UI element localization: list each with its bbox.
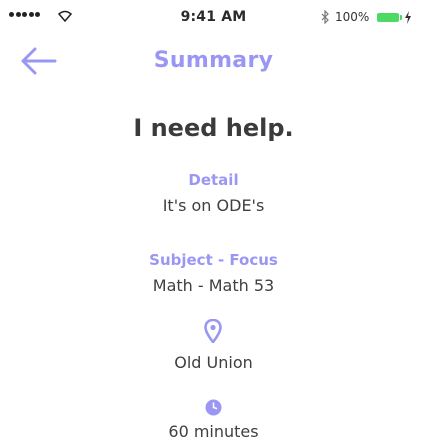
status-bar: 9:41 AM 100% [0, 0, 427, 36]
subject-value: Math - Math 53 [152, 276, 275, 295]
map-pin-icon [204, 319, 222, 343]
duration-value: 60 minutes [168, 422, 259, 441]
battery-tip [400, 15, 402, 20]
page-title: Summary [153, 48, 274, 73]
subject-label: Subject - Focus [149, 251, 278, 269]
location-value: Old Union [174, 353, 253, 372]
battery-icon [377, 13, 399, 22]
clock-icon [205, 399, 222, 416]
request-headline: I need help. [133, 114, 294, 142]
detail-label: Detail [188, 171, 239, 189]
charging-icon [405, 11, 411, 24]
battery-percent: 100% [335, 10, 370, 24]
detail-value: It's on ODE's [162, 196, 265, 215]
bluetooth-icon [321, 10, 329, 24]
